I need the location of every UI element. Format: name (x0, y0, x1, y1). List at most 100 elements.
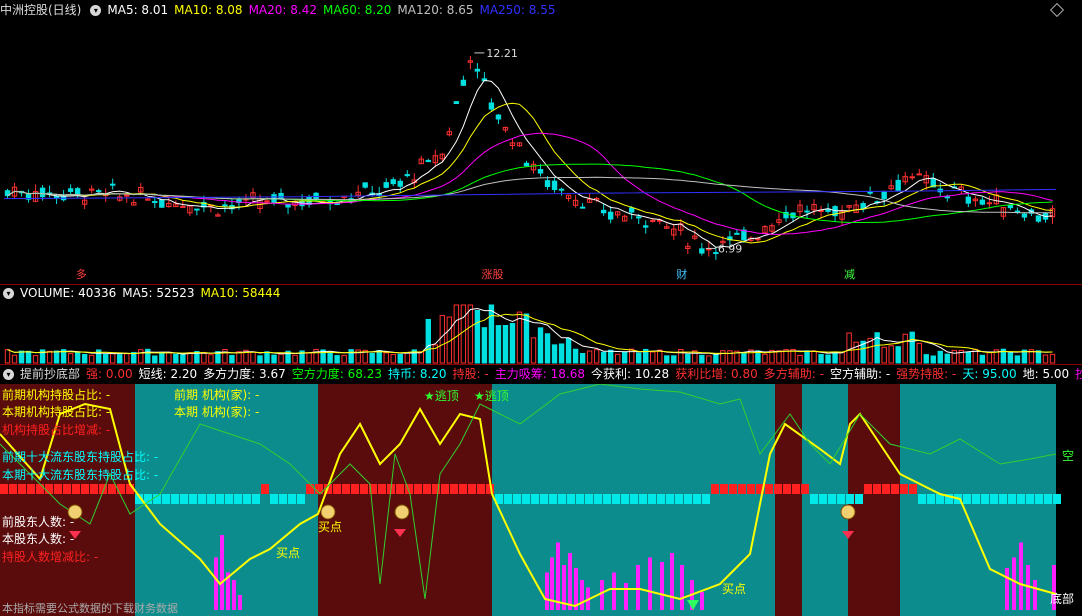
volume-bar (839, 351, 845, 364)
volume-bar (348, 349, 354, 364)
candle-body (643, 225, 649, 228)
signal-block (306, 484, 314, 494)
volume-bar (32, 355, 39, 364)
bottom-bar (680, 565, 684, 610)
bottom-bar (214, 557, 218, 610)
volume-bar (4, 349, 11, 364)
volume-bar (369, 352, 375, 364)
volume-bar (173, 353, 179, 364)
signal-block (711, 484, 719, 494)
signal-block (684, 494, 692, 504)
volume-bar (495, 325, 502, 364)
signal-block (819, 494, 827, 504)
candle-body (607, 211, 614, 220)
cur-holders: 本股东人数: - (2, 532, 75, 546)
signal-block (162, 494, 170, 504)
price-chart[interactable]: 12.21 6.99 多 涨股 财 减 (0, 20, 1082, 284)
indicator-legend-item-6: 主力吸筹: 18.68 (494, 367, 585, 381)
volume-chart[interactable] (0, 302, 1082, 364)
bottom-bar (700, 592, 704, 610)
signal-block (0, 484, 8, 494)
candle-body (979, 199, 986, 205)
signal-block (657, 494, 665, 504)
volume-bar (201, 351, 207, 364)
settings-chevron-icon[interactable]: ▾ (90, 5, 102, 16)
signal-block (810, 494, 818, 504)
volume-bar (425, 318, 432, 364)
indicator-chevron-icon[interactable]: ▾ (3, 369, 14, 380)
indicator-chart[interactable] (0, 384, 1082, 616)
candle-body (222, 204, 228, 207)
signal-block (342, 484, 350, 494)
signal-block (9, 484, 17, 494)
volume-bar (1042, 354, 1049, 364)
indicator-legend-item-10: 空方辅助: - (829, 367, 891, 381)
signal-block (288, 494, 296, 504)
signal-block (351, 484, 359, 494)
bottom-bar (580, 580, 584, 610)
volume-bar (565, 337, 572, 364)
candle-body (397, 180, 403, 187)
signal-block (765, 484, 773, 494)
volume-bar (397, 353, 403, 364)
event-marker-0: 多 (76, 267, 87, 281)
bottom-bar (600, 580, 604, 610)
signal-block (666, 494, 674, 504)
volume-bar (341, 354, 347, 364)
volume-bar (88, 354, 95, 364)
candle-body (523, 162, 530, 167)
signal-block (567, 494, 575, 504)
signal-block (198, 494, 206, 504)
volume-bar (502, 325, 509, 364)
volume-bar (46, 350, 53, 364)
ma-legend-item-3: MA60: 8.20 (323, 3, 392, 17)
candle-body (944, 196, 950, 199)
volume-legend-item-2: MA10: 58444 (200, 286, 281, 300)
volume-bar (18, 350, 25, 364)
volume-bar (671, 355, 677, 364)
candle-body (383, 182, 389, 188)
volume-bar (152, 355, 158, 364)
signal-block (837, 494, 845, 504)
signal-block (1053, 494, 1061, 504)
signal-block (180, 494, 188, 504)
volume-bar (166, 351, 172, 364)
volume-bar (558, 343, 565, 364)
ma-legend-item-0: MA5: 8.01 (107, 3, 169, 17)
bottom-bar (574, 568, 578, 610)
volume-bar (699, 354, 705, 364)
signal-block (279, 494, 287, 504)
candle-body (95, 190, 102, 193)
volume-bar (306, 352, 312, 364)
signal-block (297, 494, 305, 504)
signal-block (612, 494, 620, 504)
candle-body (1035, 215, 1042, 222)
volume-bar (523, 313, 530, 364)
volume-legend-item-0: VOLUME: 40336 (20, 286, 117, 300)
candle-body (39, 187, 46, 198)
signal-block (738, 484, 746, 494)
volume-chevron-icon[interactable]: ▾ (3, 288, 14, 299)
bottom-bar (232, 580, 236, 610)
candle-body (1007, 205, 1014, 209)
ma5-line (7, 79, 1053, 248)
volume-bar (713, 354, 719, 364)
volume-bar (124, 353, 130, 364)
zone-band (318, 384, 492, 616)
volume-bar (1035, 350, 1042, 364)
signal-block (207, 494, 215, 504)
indicator-panel-header: ▾ 提前抄底部 强: 0.00 短线: 2.20 多方力度: 3.67 空方力度: 68.… (0, 364, 1082, 384)
volume-bar (895, 346, 901, 364)
signal-block (18, 484, 26, 494)
signal-block (729, 484, 737, 494)
signal-block (270, 494, 278, 504)
candle-body (558, 188, 565, 191)
candle-body (706, 248, 712, 251)
signal-block (909, 484, 917, 494)
signal-block (171, 494, 179, 504)
candle-body (474, 68, 481, 72)
indicator-legend-item-14: 抄底: 0.00 (1075, 367, 1082, 381)
volume-bar (11, 354, 18, 364)
panel-toggle-icon[interactable] (1049, 2, 1065, 18)
signal-block (828, 494, 836, 504)
